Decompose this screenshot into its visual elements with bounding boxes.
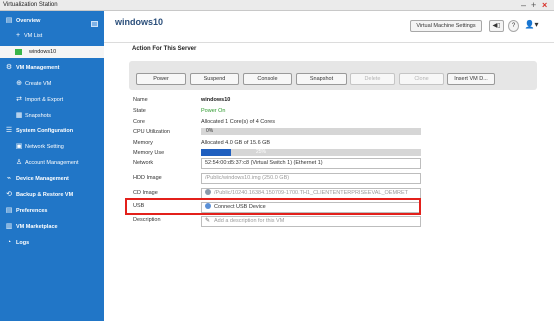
core-value: Allocated 1 Core(s) of 4 Cores bbox=[201, 119, 275, 125]
backup-icon: ⟲ bbox=[6, 191, 12, 198]
vm-management-icon: ⚙ bbox=[5, 64, 13, 71]
marketplace-icon: ▥ bbox=[5, 223, 13, 230]
sidebar-item-label: Import & Export bbox=[25, 97, 64, 103]
power-button[interactable]: Power bbox=[136, 73, 186, 85]
actions-section-title: Action For This Server bbox=[132, 46, 197, 52]
usb-highlight-box bbox=[125, 198, 421, 215]
tree-branch-icon: + bbox=[15, 32, 21, 39]
collapse-sidebar-icon[interactable] bbox=[91, 21, 98, 27]
cd-image-value: /Public/10240.16384.150709-1700.TH1_CLIE… bbox=[214, 190, 409, 196]
description-placeholder: Add a description for this VM bbox=[214, 218, 285, 224]
sidebar-item-label: Backup & Restore VM bbox=[16, 192, 74, 198]
sidebar-item-label: System Configuration bbox=[16, 128, 74, 134]
state-label: State bbox=[133, 108, 146, 114]
sidebar-item-label: Network Setting bbox=[25, 144, 64, 150]
sidebar-item-preferences[interactable]: ▤ Preferences bbox=[0, 205, 104, 217]
hdd-label: HDD Image bbox=[133, 175, 162, 181]
edit-icon: ✎ bbox=[205, 218, 211, 224]
sidebar-item-import-export[interactable]: ⇄ Import & Export bbox=[0, 94, 104, 106]
create-vm-icon: ⊕ bbox=[16, 80, 22, 87]
insert-vm-driver-button[interactable]: Insert VM D... bbox=[447, 73, 495, 85]
clone-button[interactable]: Clone bbox=[399, 73, 444, 85]
snapshot-icon: ▦ bbox=[15, 112, 23, 119]
volume-icon[interactable]: ◀▯ bbox=[489, 20, 504, 32]
hdd-value: /Public/windows10.img (250.0 GB) bbox=[205, 175, 290, 181]
delete-button[interactable]: Delete bbox=[350, 73, 395, 85]
network-value: 52:54:00:d5:37:c8 (Virtual Switch 1) (Et… bbox=[205, 160, 323, 166]
cd-label: CD Image bbox=[133, 190, 158, 196]
description-field[interactable]: ✎ Add a description for this VM bbox=[201, 216, 421, 227]
network-label: Network bbox=[133, 160, 154, 166]
memory-value: Allocated 4.0 GB of 15.6 GB bbox=[201, 140, 271, 146]
system-configuration-icon: ☰ bbox=[5, 127, 13, 134]
sidebar-item-logs[interactable]: ◔ Logs bbox=[0, 237, 104, 249]
sidebar-item-account-management[interactable]: ♙ Account Management bbox=[0, 157, 104, 169]
main-panel: windows10 Virtual Machine Settings ◀▯ ? … bbox=[104, 11, 554, 321]
name-value: windows10 bbox=[201, 97, 231, 103]
memory-use-label: Memory Use bbox=[133, 150, 165, 156]
logs-icon: ◔ bbox=[6, 239, 12, 246]
page-title: windows10 bbox=[115, 17, 164, 27]
app-title: Virtualization Station bbox=[3, 2, 58, 8]
header-divider bbox=[104, 42, 554, 43]
suspend-button[interactable]: Suspend bbox=[190, 73, 239, 85]
sidebar-item-windows10[interactable]: windows10 bbox=[0, 46, 104, 58]
memory-use-bar: 25% bbox=[201, 149, 421, 156]
sidebar-item-device-management[interactable]: ⌁ Device Management bbox=[0, 173, 104, 185]
console-button[interactable]: Console bbox=[243, 73, 292, 85]
import-export-icon: ⇄ bbox=[16, 96, 22, 103]
sidebar-item-label: windows10 bbox=[29, 49, 57, 55]
preferences-icon: ▤ bbox=[5, 207, 13, 214]
memory-label: Memory bbox=[133, 140, 153, 146]
state-value: Power On bbox=[201, 108, 226, 114]
sidebar-item-create-vm[interactable]: ⊕ Create VM bbox=[0, 78, 104, 90]
sidebar-item-backup-restore[interactable]: ⟲ Backup & Restore VM bbox=[0, 189, 104, 201]
network-icon: ▣ bbox=[15, 143, 23, 150]
sidebar-item-label: Preferences bbox=[16, 208, 48, 214]
sidebar-item-vm-marketplace[interactable]: ▥ VM Marketplace bbox=[0, 221, 104, 233]
sidebar-item-label: Overview bbox=[16, 18, 41, 24]
sidebar-item-label: VM Management bbox=[16, 65, 60, 71]
hdd-field: /Public/windows10.img (250.0 GB) bbox=[201, 173, 421, 184]
cpu-utilization-value: 0% bbox=[206, 128, 214, 134]
sidebar-item-snapshots[interactable]: ▦ Snapshots bbox=[0, 110, 104, 122]
sidebar-item-overview[interactable]: ▤ Overview bbox=[0, 15, 104, 27]
minimize-icon[interactable]: – bbox=[521, 0, 526, 10]
name-label: Name bbox=[133, 97, 148, 103]
snapshot-button[interactable]: Snapshot bbox=[296, 73, 347, 85]
vm-settings-button[interactable]: Virtual Machine Settings bbox=[410, 20, 482, 32]
sidebar-item-label: VM List bbox=[24, 33, 43, 39]
sidebar-item-vm-management[interactable]: ⚙ VM Management bbox=[0, 62, 104, 74]
user-icon[interactable]: 👤▾ bbox=[524, 20, 539, 32]
sidebar-item-label: Logs bbox=[16, 240, 30, 246]
overview-icon: ▤ bbox=[5, 17, 13, 24]
action-toolbar: Power Suspend Console Snapshot Delete Cl… bbox=[129, 61, 537, 90]
disc-icon bbox=[205, 189, 211, 195]
sidebar-item-label: Create VM bbox=[25, 81, 52, 87]
vm-running-icon bbox=[15, 49, 22, 55]
cpu-label: CPU Utilization bbox=[133, 129, 170, 135]
sidebar-item-label: Snapshots bbox=[25, 113, 51, 119]
sidebar-item-label: Device Management bbox=[16, 176, 69, 182]
cpu-utilization-bar: 0% bbox=[201, 128, 421, 135]
network-field: 52:54:00:d5:37:c8 (Virtual Switch 1) (Et… bbox=[201, 158, 421, 169]
core-label: Core bbox=[133, 119, 145, 125]
sidebar: ▤ Overview + VM List windows10 ⚙ VM Mana… bbox=[0, 11, 104, 321]
close-icon[interactable]: × bbox=[542, 0, 547, 10]
description-label: Description bbox=[133, 217, 161, 223]
sidebar-item-vm-list[interactable]: + VM List bbox=[0, 30, 104, 42]
sidebar-item-label: Account Management bbox=[25, 160, 79, 166]
memory-use-value: 25% bbox=[255, 149, 266, 155]
sidebar-item-system-configuration[interactable]: ☰ System Configuration bbox=[0, 125, 104, 137]
account-icon: ♙ bbox=[15, 159, 23, 166]
help-icon[interactable]: ? bbox=[508, 20, 519, 32]
sidebar-item-label: VM Marketplace bbox=[16, 224, 58, 230]
device-icon: ⌁ bbox=[6, 175, 12, 182]
sidebar-item-network-setting[interactable]: ▣ Network Setting bbox=[0, 141, 104, 153]
window-titlebar: Virtualization Station – + × bbox=[0, 0, 554, 11]
maximize-icon[interactable]: + bbox=[531, 0, 536, 10]
